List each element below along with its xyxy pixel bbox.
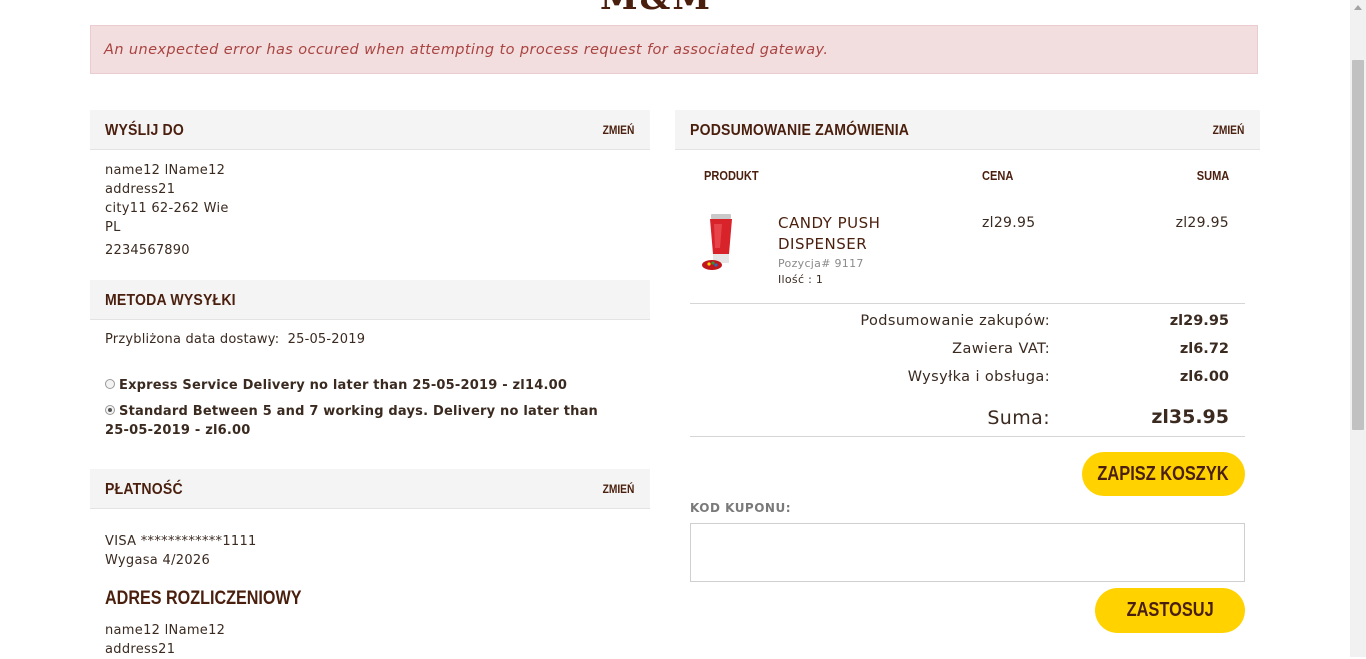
scroll-up-arrow-icon[interactable] [1354, 5, 1362, 10]
shipping-method-title: METODA WYSYŁKI [105, 292, 236, 309]
order-summary-change-link[interactable]: ZMIEŃ [1212, 123, 1244, 137]
ship-to-address: name12 lName12 address21 city11 62-262 W… [105, 161, 229, 237]
subtotal-label: Podsumowanie zakupów: [860, 313, 1050, 329]
coupon-label: KOD KUPONU: [690, 501, 792, 515]
billing-street: address21 [105, 642, 176, 657]
estimated-delivery-date: 25-05-2019 [287, 332, 366, 347]
product-item-number: Pozycja# 9117 [778, 257, 864, 270]
vat-label: Zawiera VAT: [952, 341, 1050, 357]
shipping-option-standard-label[interactable]: Standard Between 5 and 7 working days. D… [105, 404, 598, 438]
estimated-delivery: Przybliżona data dostawy: 25-05-2019 [105, 332, 365, 347]
payment-card-expiry: Wygasa 4/2026 [105, 553, 211, 568]
billing-address-title: ADRES ROZLICZENIOWY [105, 588, 302, 609]
ship-to-country: PL [105, 220, 121, 235]
product-line-total: zl29.95 [1175, 215, 1229, 231]
apply-coupon-button[interactable]: ZASTOSUJ [1095, 588, 1245, 633]
shipping-cost-label: Wysyłka i obsługa: [907, 369, 1050, 385]
order-summary-header: PODSUMOWANIE ZAMÓWIENIA ZMIEŃ [675, 110, 1260, 150]
grand-total-value: zl35.95 [1151, 406, 1229, 428]
coupon-input[interactable] [690, 523, 1245, 582]
ship-to-name: name12 lName12 [105, 163, 226, 178]
payment-header: PŁATNOŚĆ ZMIEŃ [90, 469, 650, 509]
ship-to-phone: 2234567890 [105, 243, 190, 258]
billing-name: name12 lName12 [105, 623, 226, 638]
radio-standard[interactable] [105, 405, 115, 415]
ship-to-header: WYŚLIJ DO ZMIEŃ [90, 110, 650, 150]
col-header-total: SUMA [1196, 168, 1229, 183]
payment-title: PŁATNOŚĆ [105, 481, 183, 498]
ship-to-street: address21 [105, 182, 176, 197]
ship-to-change-link[interactable]: ZMIEŃ [602, 123, 634, 137]
payment-card-info: VISA ************1111 Wygasa 4/2026 [105, 532, 257, 570]
ship-to-title: WYŚLIJ DO [105, 122, 185, 139]
payment-change-link[interactable]: ZMIEŃ [602, 482, 634, 496]
radio-express[interactable] [105, 379, 115, 389]
product-quantity: Ilość : 1 [778, 273, 824, 286]
product-tube-image[interactable] [700, 212, 744, 274]
subtotal-value: zl29.95 [1169, 313, 1229, 329]
shipping-option-express-label[interactable]: Express Service Delivery no later than 2… [119, 378, 567, 393]
product-price: zl29.95 [982, 215, 1036, 231]
estimated-delivery-label: Przybliżona data dostawy: [105, 332, 280, 347]
grand-total-label: Suma: [987, 407, 1050, 429]
apply-coupon-button-label: ZASTOSUJ [1126, 599, 1214, 621]
payment-card-number: VISA ************1111 [105, 534, 257, 549]
shipping-method-header: METODA WYSYŁKI [90, 280, 650, 320]
error-message: An unexpected error has occured when att… [104, 41, 829, 58]
shipping-option-standard[interactable]: Standard Between 5 and 7 working days. D… [105, 402, 605, 440]
scroll-thumb[interactable] [1352, 60, 1364, 430]
summary-divider-top [690, 303, 1245, 304]
brand-logo[interactable]: M&M [600, 0, 720, 14]
col-header-price: CENA [982, 168, 1014, 183]
save-cart-button[interactable]: ZAPISZ KOSZYK [1082, 452, 1245, 496]
error-alert: An unexpected error has occured when att… [90, 25, 1258, 74]
col-header-product: PRODUKT [704, 168, 759, 183]
ship-to-city: city11 62-262 Wie [105, 201, 229, 216]
save-cart-button-label: ZAPISZ KOSZYK [1097, 462, 1230, 485]
product-name[interactable]: CANDY PUSH DISPENSER [778, 213, 928, 255]
shipping-cost-value: zl6.00 [1179, 369, 1229, 385]
shipping-option-express[interactable]: Express Service Delivery no later than 2… [105, 376, 605, 395]
billing-address: name12 lName12 address21 [105, 621, 225, 659]
page-scrollbar[interactable] [1350, 0, 1366, 657]
order-summary-title: PODSUMOWANIE ZAMÓWIENIA [690, 122, 910, 139]
vat-value: zl6.72 [1179, 341, 1229, 357]
summary-divider-bottom [690, 436, 1245, 437]
